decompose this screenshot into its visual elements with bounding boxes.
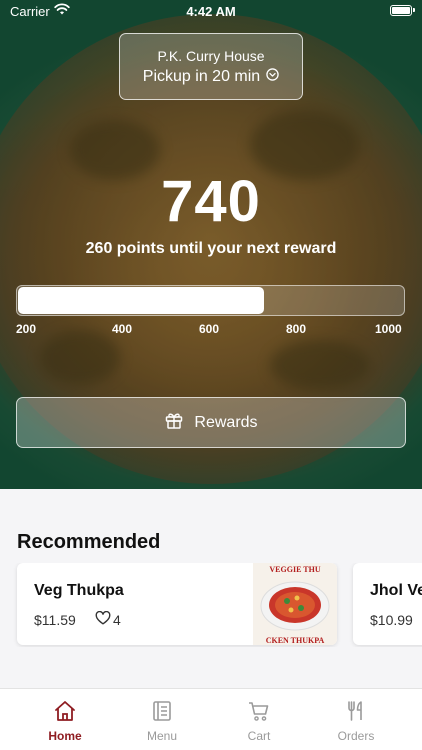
pickup-time: Pickup in 20 min [120, 68, 302, 86]
tab-menu[interactable]: Menu [114, 699, 210, 743]
likes-count: 4 [113, 611, 121, 628]
gift-icon [164, 410, 184, 435]
item-name: Jhol Ve [370, 582, 422, 599]
tick-label: 800 [286, 322, 307, 336]
recommended-heading: Recommended [17, 531, 161, 553]
recommended-card[interactable]: Jhol Ve $10.99 [353, 563, 422, 645]
recommended-card[interactable]: Veg Thukpa $11.59 4 VEGGIE THU CKEN THUK… [17, 563, 337, 645]
heart-icon [95, 610, 111, 628]
cart-icon [247, 699, 271, 723]
image-caption-top: VEGGIE THU [269, 565, 320, 574]
tab-orders[interactable]: Orders [308, 699, 404, 743]
points-until-reward: 260 points until your next reward [85, 240, 337, 257]
item-price: $10.99 [370, 612, 413, 628]
tab-label: Home [48, 729, 82, 743]
clock: 4:42 AM [186, 4, 236, 19]
recommended-carousel[interactable]: Veg Thukpa $11.59 4 VEGGIE THU CKEN THUK… [0, 563, 422, 647]
rewards-progress-bar [16, 285, 405, 316]
tab-label: Menu [146, 729, 178, 743]
battery-icon [390, 5, 415, 16]
status-bar: Carrier 4:42 AM [0, 0, 422, 22]
utensils-icon [344, 699, 368, 723]
tab-home[interactable]: Home [17, 699, 113, 743]
tab-label: Orders [337, 729, 375, 743]
points-balance: 740 [161, 169, 261, 234]
rewards-button-label: Rewards [194, 413, 258, 431]
store-name: P.K. Curry House [157, 48, 265, 64]
item-name: Veg Thukpa [34, 582, 124, 599]
image-caption-bottom: CKEN THUKPA [266, 636, 325, 645]
pickup-label: Pickup in 20 min [142, 68, 261, 85]
tab-bar: Home Menu Cart Orders [0, 688, 422, 750]
store-selector[interactable]: P.K. Curry House Pickup in 20 min [119, 33, 303, 100]
tick-label: 600 [199, 322, 220, 336]
tab-cart[interactable]: Cart [211, 699, 307, 743]
veg-thukpa-image: VEGGIE THU CKEN THUKPA [253, 563, 337, 645]
tab-label: Cart [247, 729, 271, 743]
home-icon [53, 699, 77, 723]
hero-banner: Carrier 4:42 AM P.K. Curry House Pickup … [0, 0, 422, 489]
rewards-progress-fill [18, 287, 264, 314]
tick-label: 400 [112, 322, 133, 336]
rewards-button[interactable]: Rewards [16, 397, 406, 448]
item-likes[interactable]: 4 [95, 610, 121, 628]
menu-icon [150, 699, 174, 723]
item-price: $11.59 [34, 612, 76, 628]
tick-label: 1000 [375, 322, 402, 336]
tick-label: 200 [16, 322, 37, 336]
progress-tick-labels: 200 400 600 800 1000 [16, 322, 406, 338]
chevron-down-icon [266, 68, 279, 86]
